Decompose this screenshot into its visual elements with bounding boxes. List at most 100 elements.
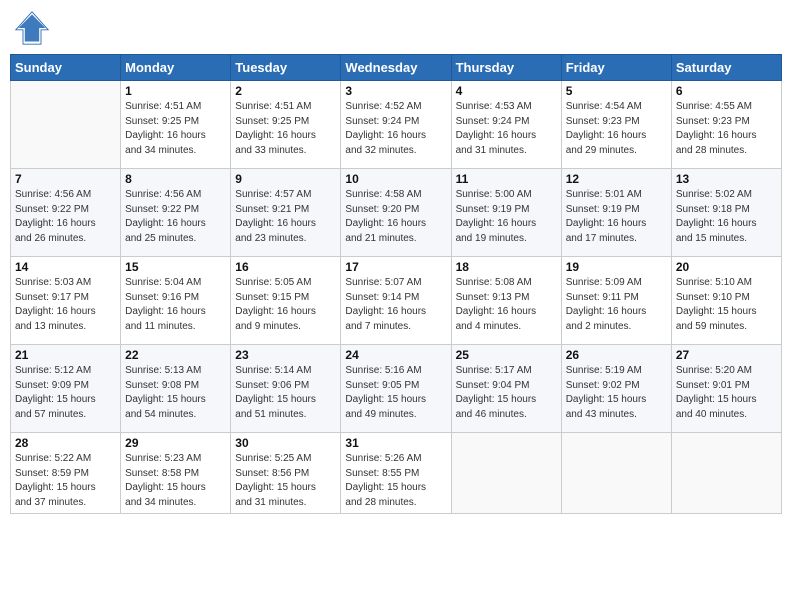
calendar-cell: 4 Sunrise: 4:53 AMSunset: 9:24 PMDaylight… xyxy=(451,81,561,169)
page-header xyxy=(10,10,782,46)
day-number: 11 xyxy=(456,172,557,186)
day-info: Sunrise: 5:26 AMSunset: 8:55 PMDaylight:… xyxy=(345,452,446,510)
day-number: 6 xyxy=(676,84,777,98)
calendar-cell: 5Sunrise: 4:54 AMSunset: 9:23 PMDaylight… xyxy=(561,81,671,169)
calendar-week-5: 28Sunrise: 5:22 AMSunset: 8:59 PMDayligh… xyxy=(11,433,782,514)
calendar-week-2: 7 Sunrise: 4:56 AMSunset: 9:22 PMDaylight… xyxy=(11,169,782,257)
day-info: Sunrise: 5:17 AMSunset: 9:04 PMDaylight:… xyxy=(456,364,557,422)
calendar-cell xyxy=(671,433,781,514)
day-info: Sunrise: 5:20 AMSunset: 9:01 PMDaylight:… xyxy=(676,364,777,422)
day-number: 31 xyxy=(345,436,446,450)
calendar-cell: 21 Sunrise: 5:12 AMSunset: 9:09 PMDayligh… xyxy=(11,345,121,433)
calendar-cell: 2 Sunrise: 4:51 AMSunset: 9:25 PMDaylight… xyxy=(231,81,341,169)
calendar-cell: 9 Sunrise: 4:57 AMSunset: 9:21 PMDaylight… xyxy=(231,169,341,257)
column-header-wednesday: Wednesday xyxy=(341,55,451,81)
day-info: Sunrise: 5:16 AMSunset: 9:05 PMDaylight:… xyxy=(345,364,446,422)
day-number: 3 xyxy=(345,84,446,98)
calendar-week-3: 14 Sunrise: 5:03 AMSunset: 9:17 PMDayligh… xyxy=(11,257,782,345)
day-info: Sunrise: 4:57 AMSunset: 9:21 PMDaylight:… xyxy=(235,188,336,246)
day-number: 15 xyxy=(125,260,226,274)
day-number: 20 xyxy=(676,260,777,274)
calendar-cell: 3 Sunrise: 4:52 AMSunset: 9:24 PMDaylight… xyxy=(341,81,451,169)
day-number: 28 xyxy=(15,436,116,450)
day-info: Sunrise: 5:02 AMSunset: 9:18 PMDaylight:… xyxy=(676,188,777,246)
day-number: 5 xyxy=(566,84,667,98)
day-info: Sunrise: 4:51 AMSunset: 9:25 PMDaylight:… xyxy=(125,100,226,158)
calendar-cell: 23 Sunrise: 5:14 AMSunset: 9:06 PMDayligh… xyxy=(231,345,341,433)
calendar-cell: 8 Sunrise: 4:56 AMSunset: 9:22 PMDaylight… xyxy=(121,169,231,257)
day-info: Sunrise: 5:23 AMSunset: 8:58 PMDaylight:… xyxy=(125,452,226,510)
calendar-week-1: 1 Sunrise: 4:51 AMSunset: 9:25 PMDaylight… xyxy=(11,81,782,169)
calendar-cell: 25 Sunrise: 5:17 AMSunset: 9:04 PMDayligh… xyxy=(451,345,561,433)
day-info: Sunrise: 5:25 AMSunset: 8:56 PMDaylight:… xyxy=(235,452,336,510)
day-info: Sunrise: 4:52 AMSunset: 9:24 PMDaylight:… xyxy=(345,100,446,158)
day-info: Sunrise: 5:10 AMSunset: 9:10 PMDaylight:… xyxy=(676,276,777,334)
calendar-cell: 26 Sunrise: 5:19 AMSunset: 9:02 PMDayligh… xyxy=(561,345,671,433)
calendar-cell: 11 Sunrise: 5:00 AMSunset: 9:19 PMDayligh… xyxy=(451,169,561,257)
calendar-cell xyxy=(451,433,561,514)
day-number: 13 xyxy=(676,172,777,186)
column-header-tuesday: Tuesday xyxy=(231,55,341,81)
logo-icon xyxy=(14,10,50,46)
column-header-sunday: Sunday xyxy=(11,55,121,81)
calendar-cell: 1 Sunrise: 4:51 AMSunset: 9:25 PMDaylight… xyxy=(121,81,231,169)
day-number: 27 xyxy=(676,348,777,362)
calendar-cell: 28Sunrise: 5:22 AMSunset: 8:59 PMDayligh… xyxy=(11,433,121,514)
day-number: 18 xyxy=(456,260,557,274)
calendar-cell: 22Sunrise: 5:13 AMSunset: 9:08 PMDayligh… xyxy=(121,345,231,433)
day-info: Sunrise: 5:08 AMSunset: 9:13 PMDaylight:… xyxy=(456,276,557,334)
day-number: 1 xyxy=(125,84,226,98)
day-info: Sunrise: 5:04 AMSunset: 9:16 PMDaylight:… xyxy=(125,276,226,334)
day-number: 24 xyxy=(345,348,446,362)
calendar-cell: 12 Sunrise: 5:01 AMSunset: 9:19 PMDayligh… xyxy=(561,169,671,257)
calendar-cell: 27 Sunrise: 5:20 AMSunset: 9:01 PMDayligh… xyxy=(671,345,781,433)
day-info: Sunrise: 5:03 AMSunset: 9:17 PMDaylight:… xyxy=(15,276,116,334)
calendar-cell: 7 Sunrise: 4:56 AMSunset: 9:22 PMDaylight… xyxy=(11,169,121,257)
day-info: Sunrise: 5:01 AMSunset: 9:19 PMDaylight:… xyxy=(566,188,667,246)
day-info: Sunrise: 4:53 AMSunset: 9:24 PMDaylight:… xyxy=(456,100,557,158)
day-number: 12 xyxy=(566,172,667,186)
day-info: Sunrise: 4:56 AMSunset: 9:22 PMDaylight:… xyxy=(15,188,116,246)
calendar-cell: 17 Sunrise: 5:07 AMSunset: 9:14 PMDayligh… xyxy=(341,257,451,345)
calendar-cell: 18 Sunrise: 5:08 AMSunset: 9:13 PMDayligh… xyxy=(451,257,561,345)
day-number: 8 xyxy=(125,172,226,186)
calendar-cell: 31 Sunrise: 5:26 AMSunset: 8:55 PMDayligh… xyxy=(341,433,451,514)
calendar-week-4: 21 Sunrise: 5:12 AMSunset: 9:09 PMDayligh… xyxy=(11,345,782,433)
day-info: Sunrise: 5:14 AMSunset: 9:06 PMDaylight:… xyxy=(235,364,336,422)
calendar-cell xyxy=(11,81,121,169)
day-info: Sunrise: 5:00 AMSunset: 9:19 PMDaylight:… xyxy=(456,188,557,246)
day-number: 14 xyxy=(15,260,116,274)
calendar-cell: 10Sunrise: 4:58 AMSunset: 9:20 PMDayligh… xyxy=(341,169,451,257)
day-info: Sunrise: 4:56 AMSunset: 9:22 PMDaylight:… xyxy=(125,188,226,246)
day-number: 7 xyxy=(15,172,116,186)
day-number: 26 xyxy=(566,348,667,362)
day-number: 30 xyxy=(235,436,336,450)
calendar-cell xyxy=(561,433,671,514)
day-number: 16 xyxy=(235,260,336,274)
day-number: 4 xyxy=(456,84,557,98)
day-info: Sunrise: 5:19 AMSunset: 9:02 PMDaylight:… xyxy=(566,364,667,422)
day-number: 17 xyxy=(345,260,446,274)
day-number: 9 xyxy=(235,172,336,186)
calendar-cell: 29 Sunrise: 5:23 AMSunset: 8:58 PMDayligh… xyxy=(121,433,231,514)
day-number: 19 xyxy=(566,260,667,274)
column-header-monday: Monday xyxy=(121,55,231,81)
column-header-friday: Friday xyxy=(561,55,671,81)
day-info: Sunrise: 5:09 AMSunset: 9:11 PMDaylight:… xyxy=(566,276,667,334)
day-number: 10 xyxy=(345,172,446,186)
day-number: 25 xyxy=(456,348,557,362)
day-number: 29 xyxy=(125,436,226,450)
day-number: 2 xyxy=(235,84,336,98)
day-info: Sunrise: 4:55 AMSunset: 9:23 PMDaylight:… xyxy=(676,100,777,158)
calendar-cell: 16 Sunrise: 5:05 AMSunset: 9:15 PMDayligh… xyxy=(231,257,341,345)
calendar-table: SundayMondayTuesdayWednesdayThursdayFrid… xyxy=(10,54,782,514)
day-info: Sunrise: 5:12 AMSunset: 9:09 PMDaylight:… xyxy=(15,364,116,422)
calendar-cell: 24 Sunrise: 5:16 AMSunset: 9:05 PMDayligh… xyxy=(341,345,451,433)
day-info: Sunrise: 5:05 AMSunset: 9:15 PMDaylight:… xyxy=(235,276,336,334)
logo xyxy=(14,10,54,46)
day-number: 22 xyxy=(125,348,226,362)
day-number: 21 xyxy=(15,348,116,362)
day-info: Sunrise: 4:51 AMSunset: 9:25 PMDaylight:… xyxy=(235,100,336,158)
day-info: Sunrise: 5:07 AMSunset: 9:14 PMDaylight:… xyxy=(345,276,446,334)
day-number: 23 xyxy=(235,348,336,362)
